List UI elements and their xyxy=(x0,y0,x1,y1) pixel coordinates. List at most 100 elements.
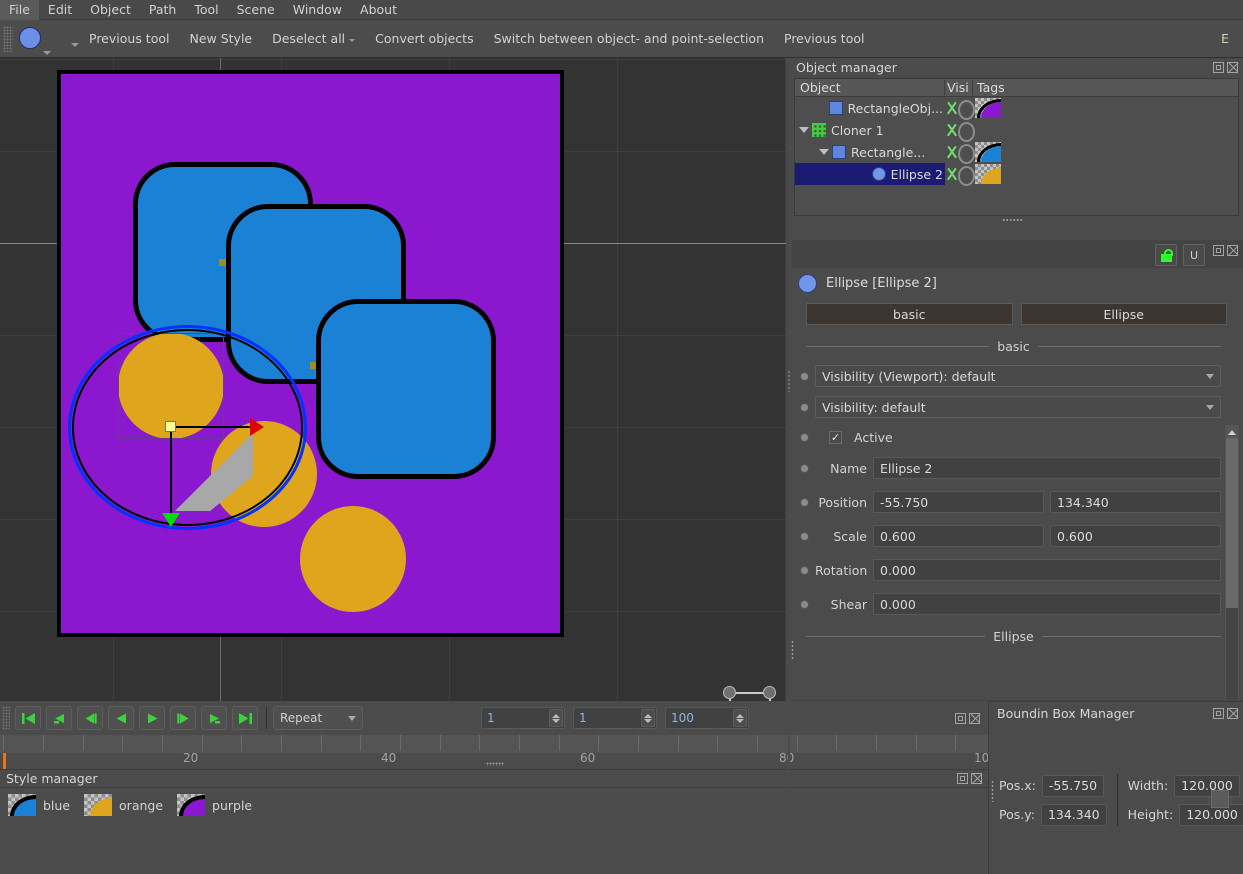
canvas-rounded-rect-3[interactable] xyxy=(316,299,496,479)
canvas-viewport[interactable] xyxy=(0,58,788,701)
play-button[interactable] xyxy=(139,706,165,730)
visibility-x-icon[interactable] xyxy=(945,99,958,117)
float-icon[interactable] xyxy=(955,713,966,724)
close-icon[interactable] xyxy=(1227,62,1238,73)
deselect-all-button[interactable]: Deselect all xyxy=(262,28,365,49)
bounding-box-corner-widget[interactable] xyxy=(723,686,777,701)
animation-keyframe-knob[interactable] xyxy=(800,566,809,575)
animation-keyframe-knob[interactable] xyxy=(800,433,809,442)
next-key-button[interactable] xyxy=(201,706,227,730)
menu-about[interactable]: About xyxy=(351,0,406,20)
visibility-cell[interactable] xyxy=(945,165,973,183)
previous-tool-button-2[interactable]: Previous tool xyxy=(774,28,874,49)
visibility-cell[interactable] xyxy=(945,121,973,139)
list-item[interactable]: purple xyxy=(177,794,252,816)
style-swatch-purple[interactable] xyxy=(177,794,205,816)
menu-scene[interactable]: Scene xyxy=(228,0,284,20)
new-style-button[interactable]: New Style xyxy=(179,28,262,49)
spinner-arrows[interactable] xyxy=(733,709,747,727)
object-row-name-selected[interactable]: Ellipse 2 xyxy=(795,163,945,185)
previous-key-button[interactable] xyxy=(46,706,72,730)
go-to-start-button[interactable] xyxy=(15,706,41,730)
visibility-dot-icon[interactable] xyxy=(958,121,971,139)
previous-tool-button[interactable]: Previous tool xyxy=(79,28,179,49)
position-x-input[interactable]: -55.750 xyxy=(873,491,1044,513)
ruler-resize-grip[interactable] xyxy=(486,762,504,766)
animation-keyframe-knob[interactable] xyxy=(800,464,809,473)
close-icon[interactable] xyxy=(1227,245,1238,256)
widget-handle-tl[interactable] xyxy=(723,686,736,699)
visibility-cell[interactable] xyxy=(945,99,973,117)
pos-y-input[interactable]: 134.340 xyxy=(1041,804,1107,826)
go-to-end-button[interactable] xyxy=(232,706,258,730)
object-tree[interactable]: Object Visi Tags RectangleObj... xyxy=(794,78,1239,216)
style-swatch-orange[interactable] xyxy=(84,794,112,816)
float-icon[interactable] xyxy=(1213,245,1224,256)
visibility-dot-icon[interactable] xyxy=(958,143,971,161)
playbar-drag-grip[interactable] xyxy=(2,706,10,730)
spinner-arrows[interactable] xyxy=(641,709,655,727)
chevron-down-icon[interactable] xyxy=(799,127,809,133)
switch-selection-mode-button[interactable]: Switch between object- and point-selecti… xyxy=(484,28,774,49)
spinner-arrows[interactable] xyxy=(549,709,563,727)
animation-keyframe-knob[interactable] xyxy=(800,403,809,412)
close-icon[interactable] xyxy=(1227,708,1238,719)
pos-x-input[interactable]: -55.750 xyxy=(1042,775,1104,797)
menu-file[interactable]: File xyxy=(0,0,39,20)
table-row[interactable]: RectangleObj... xyxy=(795,97,1238,119)
visibility-dropdown[interactable]: Visibility: default xyxy=(815,396,1221,418)
visibility-cell[interactable] xyxy=(945,143,973,161)
style-swatch-blue[interactable] xyxy=(8,794,36,816)
bounding-box-link-toggle[interactable] xyxy=(1211,790,1229,808)
width-input[interactable]: 120.000 xyxy=(1174,775,1240,797)
visibility-x-icon[interactable] xyxy=(945,165,958,183)
step-forward-button[interactable] xyxy=(170,706,196,730)
bottom-right-splitter[interactable] xyxy=(788,701,790,874)
current-frame-spinner[interactable]: 1 xyxy=(481,707,565,729)
menu-object[interactable]: Object xyxy=(81,0,140,20)
tab-ellipse[interactable]: Ellipse xyxy=(1021,303,1228,325)
animation-keyframe-knob[interactable] xyxy=(800,600,809,609)
u-button[interactable]: U xyxy=(1183,244,1205,266)
tag-swatch[interactable] xyxy=(975,142,1001,162)
scrollbar-thumb[interactable] xyxy=(1226,438,1238,608)
convert-objects-button[interactable]: Convert objects xyxy=(365,28,483,49)
visibility-x-icon[interactable] xyxy=(945,143,958,161)
position-y-input[interactable]: 134.340 xyxy=(1050,491,1221,513)
lock-button[interactable] xyxy=(1155,244,1177,266)
scale-y-input[interactable]: 0.600 xyxy=(1050,525,1221,547)
transform-center-handle[interactable] xyxy=(165,421,176,432)
canvas-anchor-dot-1[interactable] xyxy=(219,259,226,266)
visibility-dot-icon[interactable] xyxy=(958,99,971,117)
menu-edit[interactable]: Edit xyxy=(39,0,81,20)
toolbar-drag-grip[interactable] xyxy=(3,26,13,52)
scale-x-input[interactable]: 0.600 xyxy=(873,525,1044,547)
object-row-name[interactable]: RectangleObj... xyxy=(795,97,945,119)
visibility-viewport-dropdown[interactable]: Visibility (Viewport): default xyxy=(815,365,1221,387)
bounding-box-grip[interactable] xyxy=(991,780,994,802)
active-checkbox[interactable]: ✓ xyxy=(829,431,842,444)
table-row[interactable]: Rectangle... xyxy=(795,141,1238,163)
close-icon[interactable] xyxy=(971,773,982,784)
active-tool-button[interactable] xyxy=(19,26,45,52)
range-start-spinner[interactable]: 1 xyxy=(573,707,657,729)
table-row[interactable]: Cloner 1 xyxy=(795,119,1238,141)
float-icon[interactable] xyxy=(957,773,968,784)
rotation-input[interactable]: 0.000 xyxy=(873,559,1221,581)
menu-window[interactable]: Window xyxy=(284,0,351,20)
chevron-down-icon[interactable] xyxy=(819,149,829,155)
widget-handle-tr[interactable] xyxy=(763,686,776,699)
transform-axis-y-arrow[interactable] xyxy=(162,513,180,527)
animation-keyframe-knob[interactable] xyxy=(800,372,809,381)
shear-input[interactable]: 0.000 xyxy=(873,593,1221,615)
play-reverse-button[interactable] xyxy=(108,706,134,730)
float-icon[interactable] xyxy=(1213,708,1224,719)
visibility-dot-icon[interactable] xyxy=(958,165,971,183)
object-manager-resize-grip[interactable] xyxy=(1002,218,1022,222)
list-item[interactable]: orange xyxy=(84,794,163,816)
canvas-ellipse-3[interactable] xyxy=(300,506,406,612)
table-row[interactable]: Ellipse 2 xyxy=(795,163,1238,185)
menu-tool[interactable]: Tool xyxy=(185,0,227,20)
tab-basic[interactable]: basic xyxy=(806,303,1013,325)
timeline-ruler[interactable]: 20 40 60 80 10 xyxy=(0,735,988,771)
